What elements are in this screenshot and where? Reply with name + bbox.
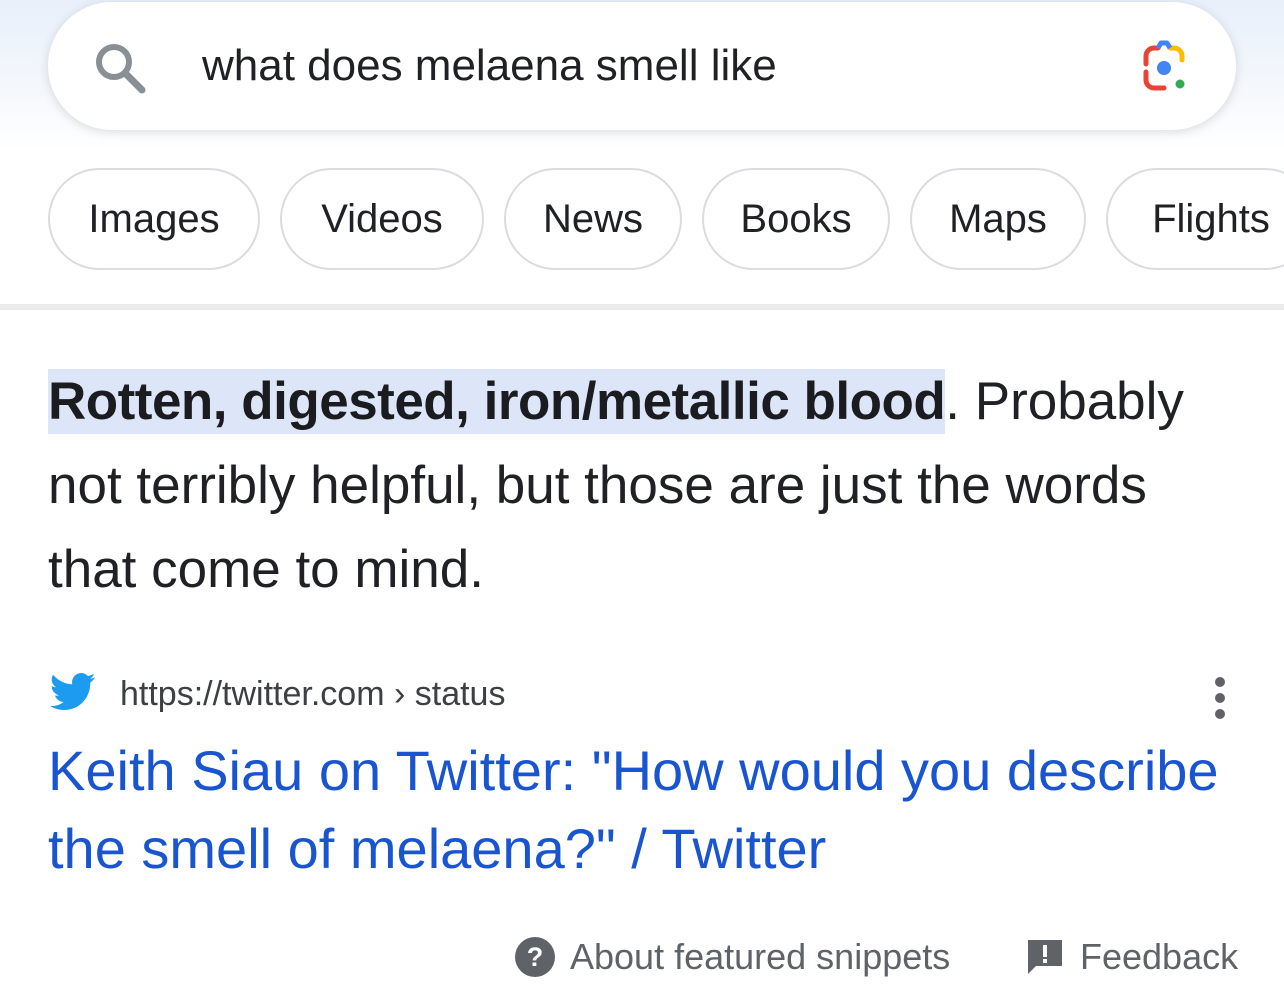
result-title-link[interactable]: Keith Siau on Twitter: "How would you de… <box>48 732 1248 888</box>
chip-maps[interactable]: Maps <box>910 168 1086 270</box>
snippet-footer: ? About featured snippets Feedback <box>0 930 1284 984</box>
help-icon: ? <box>515 937 555 977</box>
featured-snippet: Rotten, digested, iron/metallic blood. P… <box>48 360 1248 612</box>
section-divider <box>0 304 1284 310</box>
more-options-icon[interactable] <box>1200 666 1240 730</box>
about-featured-snippets-link[interactable]: ? About featured snippets <box>514 936 950 978</box>
chip-images[interactable]: Images <box>48 168 260 270</box>
chip-books[interactable]: Books <box>702 168 890 270</box>
snippet-highlight: Rotten, digested, iron/metallic blood <box>48 369 946 434</box>
feedback-icon <box>1028 940 1062 974</box>
google-lens-icon[interactable] <box>1134 38 1194 98</box>
result-source: https://twitter.com › status <box>48 666 1248 722</box>
snippet-highlight-end: . <box>945 372 961 431</box>
chip-news[interactable]: News <box>504 168 682 270</box>
result-url[interactable]: https://twitter.com › status <box>120 672 505 716</box>
feedback-link[interactable]: Feedback <box>1024 936 1238 978</box>
svg-text:?: ? <box>527 942 544 972</box>
search-input[interactable]: what does melaena smell like <box>202 38 777 94</box>
chip-flights[interactable]: Flights <box>1106 168 1284 270</box>
search-filter-chips: Images Videos News Books Maps Flights <box>48 168 1284 274</box>
twitter-bird-icon <box>50 673 96 711</box>
search-icon[interactable] <box>90 38 150 98</box>
about-label: About featured snippets <box>570 936 951 977</box>
chip-videos[interactable]: Videos <box>280 168 484 270</box>
feedback-label: Feedback <box>1080 936 1239 977</box>
